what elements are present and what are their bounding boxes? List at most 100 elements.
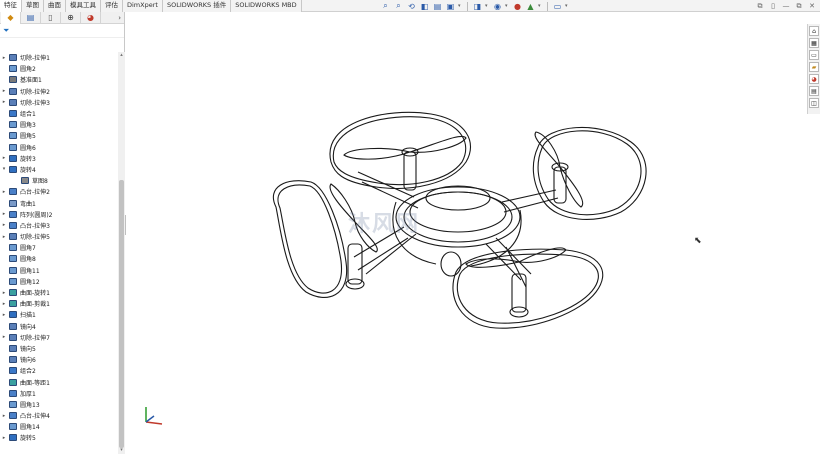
tree-item[interactable]: ▸ 切除-拉伸3 <box>0 97 118 108</box>
chevron-right-icon[interactable]: ▸ <box>0 234 8 240</box>
chevron-down-icon[interactable]: ▾ <box>0 166 8 172</box>
tree-item[interactable]: ▸ 曲面-剪裁1 <box>0 298 118 309</box>
scroll-up-icon[interactable]: ▴ <box>118 52 125 59</box>
command-tab[interactable]: 模具工具 <box>66 0 101 12</box>
tree-item[interactable]: 圆角8 <box>0 253 118 264</box>
tree-item[interactable]: 基准面1 <box>0 74 118 85</box>
chevron-down-icon[interactable]: ▾ <box>505 3 510 9</box>
restore-icon[interactable]: ⧉ <box>756 2 764 11</box>
apply-scene-icon[interactable]: ▲ <box>525 1 536 12</box>
tree-item[interactable]: 组合1 <box>0 108 118 119</box>
chevron-down-icon[interactable]: ▾ <box>458 3 463 9</box>
dimxpert-icon[interactable]: ⊕ <box>61 11 81 24</box>
tree-item[interactable]: 圆角12 <box>0 276 118 287</box>
chevron-down-icon[interactable]: ▾ <box>565 3 570 9</box>
command-tab[interactable]: SOLIDWORKS 插件 <box>162 0 232 12</box>
tree-item[interactable]: ▸ 凸台-拉伸2 <box>0 186 118 197</box>
close-icon[interactable]: ✕ <box>808 2 816 10</box>
design-library-icon[interactable]: ▭ <box>809 50 819 60</box>
tree-item[interactable]: ▸ 旋转3 <box>0 153 118 164</box>
chevron-right-icon[interactable]: ▸ <box>0 301 8 307</box>
maximize-icon[interactable]: ⧉ <box>795 2 803 11</box>
command-tab[interactable]: 草图 <box>22 0 44 12</box>
chevron-right-icon[interactable]: ▸ <box>0 55 8 61</box>
tree-item[interactable]: ▸ 阵列(圆周)2 <box>0 209 118 220</box>
command-tab[interactable]: DimXpert <box>123 0 163 12</box>
tree-item[interactable]: ▸ 曲面-旋转1 <box>0 287 118 298</box>
chevron-right-icon[interactable]: ▸ <box>0 211 8 217</box>
chevron-right-icon[interactable]: ▸ <box>0 99 8 105</box>
tree-item[interactable]: 圆角6 <box>0 142 118 153</box>
tree-item[interactable]: 镜向4 <box>0 321 118 332</box>
zoom-fit-icon[interactable]: ⌕ <box>380 1 391 12</box>
filter-icon[interactable]: ⏷ <box>3 26 9 36</box>
graphics-area[interactable]: 沐风网 ⬉ <box>126 12 806 454</box>
tree-item[interactable]: 弯曲1 <box>0 197 118 208</box>
scrollbar-thumb[interactable] <box>119 180 124 448</box>
zoom-area-icon[interactable]: ⌕ <box>393 1 404 12</box>
tree-item[interactable]: 圆角5 <box>0 130 118 141</box>
chevron-right-icon[interactable]: ▸ <box>0 312 8 318</box>
chevron-right-icon[interactable]: ▸ <box>0 189 8 195</box>
tree-filter[interactable]: ⏷ <box>0 24 124 38</box>
tree-scrollbar[interactable]: ▴ ▾ <box>118 52 125 454</box>
tree-item[interactable]: ▾ 旋转4 <box>0 164 118 175</box>
tree-item[interactable]: ▸ 扫描1 <box>0 309 118 320</box>
chevron-right-icon[interactable]: ▸ <box>0 155 8 161</box>
file-explorer-icon[interactable]: ▰ <box>809 62 819 72</box>
tree-item[interactable]: 曲面-等距1 <box>0 376 118 387</box>
property-manager-icon[interactable]: ▤ <box>21 11 41 24</box>
tree-item[interactable]: 圆角13 <box>0 399 118 410</box>
chevron-right-icon[interactable]: ▸ <box>0 222 8 228</box>
tree-item[interactable]: 组合2 <box>0 365 118 376</box>
configuration-manager-icon[interactable]: ▯ <box>41 11 61 24</box>
view-settings-icon[interactable]: ▭ <box>552 1 563 12</box>
scroll-down-icon[interactable]: ▾ <box>118 447 125 454</box>
feature-manager-icon[interactable]: ◆ <box>1 11 21 24</box>
previous-view-icon[interactable]: ⟲ <box>406 1 417 12</box>
tree-item[interactable]: 圆角7 <box>0 242 118 253</box>
display-manager-icon[interactable]: ◕ <box>81 11 101 24</box>
tree-item[interactable]: 镜向6 <box>0 354 118 365</box>
edit-appearance-icon[interactable]: ● <box>512 1 523 12</box>
tree-item[interactable]: ▸ 切除-拉伸7 <box>0 332 118 343</box>
chevron-down-icon[interactable]: ▾ <box>485 3 490 9</box>
command-tab[interactable]: 曲面 <box>44 0 66 12</box>
section-view-icon[interactable]: ◧ <box>419 1 430 12</box>
dynamic-annotation-icon[interactable]: ▤ <box>432 1 443 12</box>
view-orientation-icon[interactable]: ▣ <box>445 1 456 12</box>
tree-item[interactable]: 圆角14 <box>0 421 118 432</box>
chevron-right-icon[interactable]: › <box>118 14 121 22</box>
forum-icon[interactable]: ◫ <box>809 98 819 108</box>
tree-item[interactable]: 草图8 <box>0 175 118 186</box>
appearances-icon[interactable]: ◕ <box>809 74 819 84</box>
minimize-icon[interactable]: — <box>782 2 790 10</box>
chevron-right-icon[interactable]: ▸ <box>0 413 8 419</box>
command-tab[interactable]: SOLIDWORKS MBD <box>231 0 302 12</box>
tree-item[interactable]: ▸ 切除-拉伸5 <box>0 231 118 242</box>
display-style-icon[interactable]: ◨ <box>472 1 483 12</box>
tree-item[interactable]: ▸ 凸台-拉伸3 <box>0 220 118 231</box>
home-icon[interactable]: ⌂ <box>809 26 819 36</box>
hide-show-icon[interactable]: ◉ <box>492 1 503 12</box>
chevron-down-icon[interactable]: ▾ <box>538 3 543 9</box>
chevron-right-icon[interactable]: ▸ <box>0 88 8 94</box>
tree-item[interactable]: ▸ 切除-拉伸1 <box>0 52 118 63</box>
tree-item[interactable]: ▸ 旋转5 <box>0 432 118 443</box>
tree-item[interactable]: 圆角11 <box>0 265 118 276</box>
tree-item[interactable]: ▸ 凸台-拉伸4 <box>0 410 118 421</box>
tree-item[interactable]: 圆角3 <box>0 119 118 130</box>
tree-item[interactable]: 加厚1 <box>0 388 118 399</box>
tree-item[interactable]: 圆角2 <box>0 63 118 74</box>
tile-icon[interactable]: ▯ <box>769 2 777 10</box>
custom-properties-icon[interactable]: ▤ <box>809 86 819 96</box>
command-tab[interactable]: 评估 <box>101 0 123 12</box>
chevron-right-icon[interactable]: ▸ <box>0 334 8 340</box>
command-tab[interactable]: 特征 <box>0 0 22 12</box>
resources-icon[interactable]: ▦ <box>809 38 819 48</box>
drone-wireframe-model[interactable] <box>126 12 806 454</box>
tree-item[interactable]: 镜向5 <box>0 343 118 354</box>
chevron-right-icon[interactable]: ▸ <box>0 435 8 441</box>
tree-item[interactable]: ▸ 切除-拉伸2 <box>0 86 118 97</box>
chevron-right-icon[interactable]: ▸ <box>0 290 8 296</box>
